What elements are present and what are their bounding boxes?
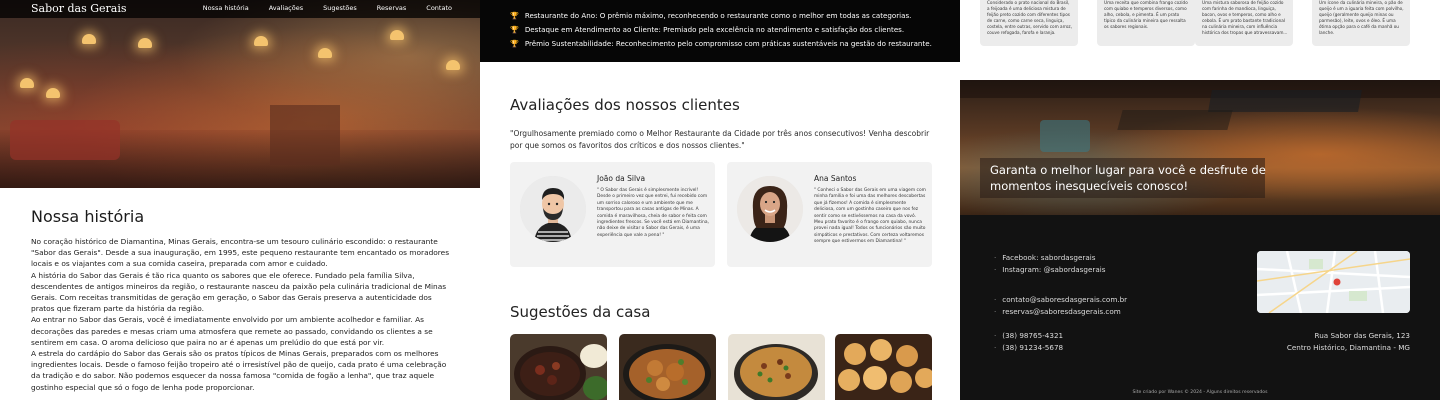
phone-2[interactable]: · (38) 91234-5678 (994, 343, 1063, 352)
dish-description-card: Uma mistura saborosa de feijão cozido co… (1195, 0, 1293, 46)
nav-link-sugestoes[interactable]: Sugestões (323, 4, 357, 12)
dish-description-card: Considerado o prato nacional do Brasil, … (980, 0, 1078, 46)
award-item: 🏆 Prêmio Sustentabilidade: Reconhecimento… (510, 37, 932, 51)
reviewer-name: Ana Santos (814, 174, 857, 183)
trophy-icon: 🏆 (510, 39, 519, 48)
dish-image-feijao-tropeiro[interactable] (728, 334, 825, 400)
award-text: Destaque em Atendimento ao Cliente: Prem… (524, 25, 905, 34)
history-paragraph: No coração histórico de Diamantina, Mina… (31, 237, 450, 269)
dish-description-card: Uma receita que combina frango cozido co… (1097, 0, 1195, 46)
dish-description: Uma mistura saborosa de feijão cozido co… (1202, 0, 1288, 35)
avatar (520, 176, 586, 242)
review-card: Ana Santos " Conheci o Sabor das Gerais … (727, 162, 932, 267)
hero-restaurant-image (0, 0, 480, 188)
dish-image-pao-de-queijo[interactable] (835, 334, 932, 400)
facebook-link[interactable]: · Facebook: sabordasgerais (994, 253, 1096, 262)
phone-1[interactable]: · (38) 98765-4321 (994, 331, 1063, 340)
brand-logo-text[interactable]: Sabor das Gerais (31, 2, 127, 15)
section-title-history: Nossa história (31, 207, 145, 226)
nav-link-avaliacoes[interactable]: Avaliações (269, 4, 303, 12)
review-text: " O Sabor das Gerais é simplesmente incr… (597, 188, 709, 238)
nav-link-contato[interactable]: Contato (426, 4, 452, 12)
footer-credit: Site criado por Wanes © 2024 - Alguns di… (1132, 390, 1268, 395)
panel-reviews: 🏆 Restaurante do Ano: O prêmio máximo, re… (480, 0, 960, 400)
award-text: Prêmio Sustentabilidade: Reconhecimento … (524, 39, 932, 48)
email-contato-link[interactable]: · contato@saboresdasgerais.com.br (994, 295, 1127, 304)
footer: · Facebook: sabordasgerais · Instagram: @s… (960, 215, 1440, 400)
awards-section: 🏆 Restaurante do Ano: O prêmio máximo, re… (480, 0, 960, 62)
section-title-suggestions: Sugestões da casa (510, 303, 651, 321)
panel-reservations-contact: Considerado o prato nacional do Brasil, … (960, 0, 1440, 400)
dish-image-feijoada[interactable] (510, 334, 607, 400)
dish-description: Considerado o prato nacional do Brasil, … (987, 0, 1072, 35)
history-paragraph: A estrela do cardápio do Sabor das Gerai… (31, 349, 447, 392)
trophy-icon: 🏆 (510, 25, 519, 34)
address-street: Rua Sabor das Gerais, 123 (1314, 331, 1410, 340)
section-title-reviews: Avaliações dos nossos clientes (510, 96, 740, 114)
dish-description: Um ícone da culinária mineira, o pão de … (1319, 0, 1404, 35)
top-navbar: Sabor das Gerais Nossa história Avaliaçõ… (0, 0, 480, 18)
trophy-icon: 🏆 (510, 11, 519, 20)
reservation-hero-image: Garanta o melhor lugar para você e desfr… (960, 80, 1440, 215)
reservation-banner-text: Garanta o melhor lugar para você e desfr… (990, 163, 1266, 193)
nav-links: Nossa história Avaliações Sugestões Rese… (203, 4, 452, 12)
nav-link-reservas[interactable]: Reservas (377, 4, 407, 12)
awards-list: 🏆 Restaurante do Ano: O prêmio máximo, re… (510, 9, 932, 51)
nav-link-historia[interactable]: Nossa história (203, 4, 249, 12)
history-paragraph: Ao entrar no Sabor das Gerais, você é im… (31, 315, 433, 347)
address-city: Centro Histórico, Diamantina - MG (1286, 343, 1410, 352)
location-map[interactable] (1257, 251, 1410, 313)
email-reservas-link[interactable]: · reservas@saboresdasgerais.com (994, 307, 1121, 316)
dish-image-frango-com-quiabo[interactable] (619, 334, 716, 400)
panel-history: Sabor das Gerais Nossa história Avaliaçõ… (0, 0, 480, 400)
history-paragraph: A história do Sabor das Gerais é tão ric… (31, 270, 447, 314)
reviewer-name: João da Silva (597, 174, 646, 183)
award-item: 🏆 Destaque em Atendimento ao Cliente: Pre… (510, 23, 932, 37)
dish-description: Uma receita que combina frango cozido co… (1104, 0, 1188, 29)
dish-description-card: Um ícone da culinária mineira, o pão de … (1312, 0, 1410, 46)
award-item: 🏆 Restaurante do Ano: O prêmio máximo, re… (510, 9, 932, 23)
award-text: Restaurante do Ano: O prêmio máximo, rec… (524, 11, 912, 20)
instagram-link[interactable]: · Instagram: @sabordasgerais (994, 265, 1106, 274)
review-text: " Conheci o Sabor das Gerais em uma viag… (814, 188, 926, 245)
avatar (737, 176, 803, 242)
award-quote: "Orgulhosamente premiado como o Melhor R… (510, 129, 930, 150)
history-text: No coração histórico de Diamantina, Mina… (31, 236, 451, 393)
review-card: João da Silva " O Sabor das Gerais é sim… (510, 162, 715, 267)
